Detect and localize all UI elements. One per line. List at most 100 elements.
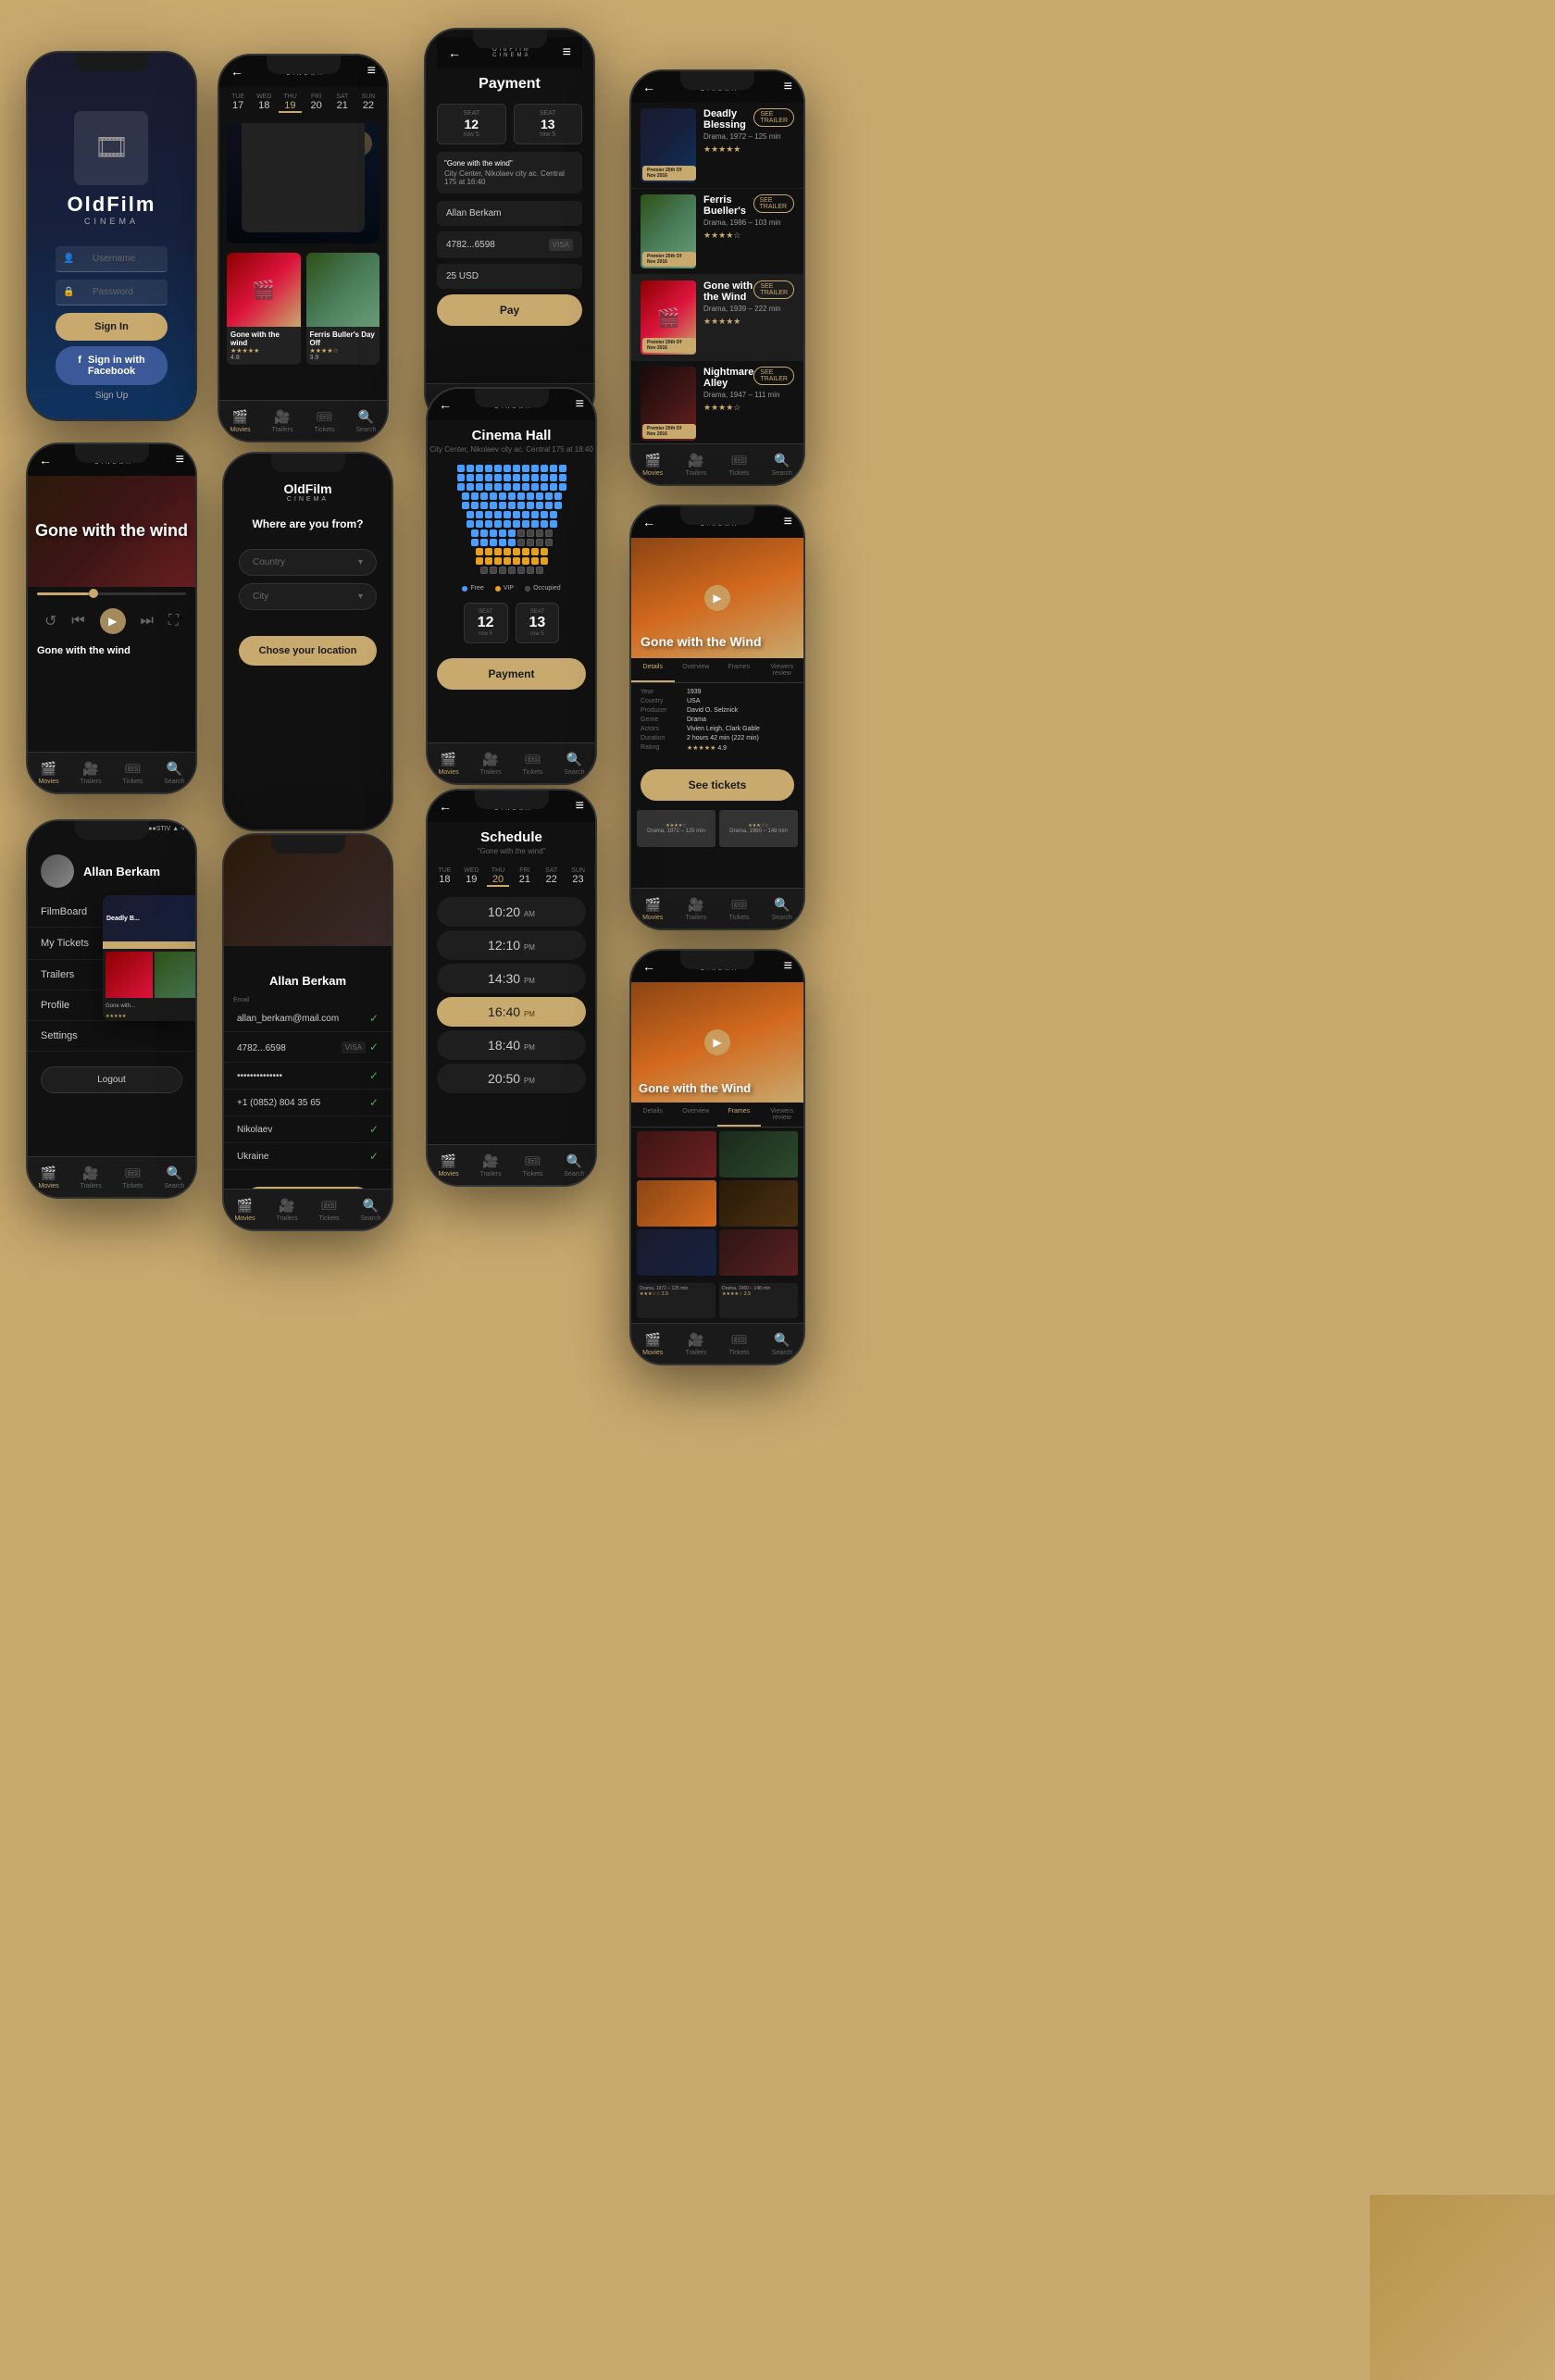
seat-dot[interactable] xyxy=(499,502,506,509)
menu-button[interactable]: ≡ xyxy=(563,44,571,61)
nav-search[interactable]: 🔍 Search xyxy=(355,409,376,433)
seat-dot[interactable] xyxy=(554,492,562,500)
seat-dot[interactable] xyxy=(485,483,492,491)
seat-dot[interactable] xyxy=(541,511,548,518)
seat-dot[interactable] xyxy=(494,520,502,528)
nav-search[interactable]: 🔍Search xyxy=(772,897,792,921)
seat-dot[interactable] xyxy=(545,530,553,537)
seat-dot[interactable] xyxy=(504,483,511,491)
tab-frames[interactable]: Frames xyxy=(717,1103,761,1127)
tab-viewers[interactable]: Viewers review xyxy=(761,658,804,682)
seat-dot[interactable] xyxy=(494,483,502,491)
seat-dot[interactable] xyxy=(490,492,497,500)
seat-dot[interactable] xyxy=(480,567,488,574)
nav-search[interactable]: 🔍Search xyxy=(772,453,792,477)
signup-link[interactable]: Sign Up xyxy=(56,391,168,401)
nav-movies[interactable]: 🎬Movies xyxy=(642,897,663,921)
rewind-button[interactable]: ↺ xyxy=(44,612,56,630)
menu-button[interactable]: ≡ xyxy=(784,514,792,530)
seat-dot[interactable] xyxy=(485,557,492,565)
seat-dot[interactable] xyxy=(471,492,479,500)
menu-button[interactable]: ≡ xyxy=(576,396,584,413)
frame-5[interactable] xyxy=(637,1229,716,1276)
seat-dot[interactable] xyxy=(471,539,479,546)
seat-dot[interactable] xyxy=(499,492,506,500)
seat-dot[interactable] xyxy=(480,539,488,546)
seat-dot[interactable] xyxy=(476,474,483,481)
seat-dot[interactable] xyxy=(508,539,516,546)
logout-button[interactable]: Logout xyxy=(41,1066,182,1093)
tab-frames[interactable]: Frames xyxy=(717,658,761,682)
see-trailer-button-4[interactable]: SEE TRAILER xyxy=(753,367,794,385)
seat-dot[interactable] xyxy=(499,567,506,574)
nav-tickets[interactable]: 🎟Tickets xyxy=(319,1198,340,1222)
skip-forward-button[interactable]: ⏭ xyxy=(140,613,153,629)
nav-movies[interactable]: 🎬 Movies xyxy=(230,409,250,433)
seat-dot[interactable] xyxy=(513,465,520,472)
seat-dot[interactable] xyxy=(545,492,553,500)
seat-dot[interactable] xyxy=(490,530,497,537)
seat-dot[interactable] xyxy=(490,539,497,546)
seat-dot[interactable] xyxy=(476,511,483,518)
seat-dot[interactable] xyxy=(522,520,529,528)
nav-search[interactable]: 🔍Search xyxy=(360,1198,380,1222)
nav-tickets[interactable]: 🎟 Tickets xyxy=(315,409,335,433)
menu-button[interactable]: ≡ xyxy=(784,958,792,975)
list-item-nightmare[interactable]: Premier 20th Of Nov 2016 Nightmare Alley… xyxy=(631,361,803,447)
tab-thu[interactable]: THU 19 xyxy=(279,91,301,116)
seat-dot[interactable] xyxy=(541,465,548,472)
menu-button[interactable]: ≡ xyxy=(176,452,184,468)
back-button[interactable]: ← xyxy=(39,453,52,467)
menu-settings[interactable]: Settings xyxy=(28,1021,195,1052)
tab-sat[interactable]: SAT 21 xyxy=(331,91,354,116)
seat-dot[interactable] xyxy=(485,511,492,518)
movie-card-gww[interactable]: Gone with the wind ★★★★★ 4.8 xyxy=(227,253,301,365)
seat-dot[interactable] xyxy=(462,492,469,500)
frame-1[interactable] xyxy=(637,1131,716,1178)
list-item-gww[interactable]: Premier 20th Of Nov 2016 Gone with the W… xyxy=(631,275,803,361)
seat-dot[interactable] xyxy=(508,502,516,509)
back-button[interactable]: ← xyxy=(230,64,243,79)
seat-dot[interactable] xyxy=(541,483,548,491)
seat-dot[interactable] xyxy=(536,567,543,574)
seat-dot[interactable] xyxy=(485,465,492,472)
seat-dot[interactable] xyxy=(522,557,529,565)
back-button[interactable]: ← xyxy=(642,515,655,530)
seat-dot[interactable] xyxy=(517,539,525,546)
play-button[interactable]: ▶ xyxy=(704,1029,730,1055)
tab-details[interactable]: Details xyxy=(631,658,675,682)
frame-2[interactable] xyxy=(719,1131,799,1178)
seat-dot[interactable] xyxy=(494,557,502,565)
country-select[interactable]: Country ▾ xyxy=(239,549,377,576)
nav-search[interactable]: 🔍Search xyxy=(564,752,584,776)
seat-dot[interactable] xyxy=(550,465,557,472)
similar-movie-1[interactable]: ★★★★☆ Drama, 1972 – 125 min xyxy=(637,810,715,847)
nav-search[interactable]: 🔍Search xyxy=(772,1332,792,1356)
username-field[interactable]: 👤 Username xyxy=(56,246,168,272)
seat-dot[interactable] xyxy=(508,492,516,500)
similar-2[interactable]: Drama, 1960 – 148 min ★★★★☆ 3.9 xyxy=(719,1283,798,1318)
nav-movies[interactable]: 🎬Movies xyxy=(438,752,458,776)
nav-tickets[interactable]: 🎟Tickets xyxy=(729,453,750,477)
seat-dot[interactable] xyxy=(466,511,474,518)
timeslot-1430[interactable]: 14:30 PM xyxy=(437,964,586,993)
seat-dot[interactable] xyxy=(517,567,525,574)
nav-tickets[interactable]: 🎟Tickets xyxy=(523,1153,543,1178)
seat-dot[interactable] xyxy=(522,474,529,481)
film-thumb-1[interactable] xyxy=(106,952,153,998)
seat-dot[interactable] xyxy=(462,502,469,509)
seat-dot[interactable] xyxy=(541,520,548,528)
seat-dot[interactable] xyxy=(504,465,511,472)
play-button[interactable]: ▶ xyxy=(100,608,126,634)
seat-dot[interactable] xyxy=(508,567,516,574)
tab-details[interactable]: Details xyxy=(631,1103,675,1127)
tab-fri[interactable]: FRI 20 xyxy=(305,91,328,116)
nav-trailers[interactable]: 🎥Trailers xyxy=(81,1165,102,1190)
seat-dot[interactable] xyxy=(466,483,474,491)
seat-dot[interactable] xyxy=(559,483,566,491)
see-trailer-button-2[interactable]: SEE TRAILER xyxy=(753,194,794,213)
seat-dot[interactable] xyxy=(485,520,492,528)
nav-tickets[interactable]: 🎟Tickets xyxy=(729,1332,750,1356)
seat-dot[interactable] xyxy=(471,530,479,537)
fullscreen-button[interactable]: ⛶ xyxy=(168,613,179,629)
